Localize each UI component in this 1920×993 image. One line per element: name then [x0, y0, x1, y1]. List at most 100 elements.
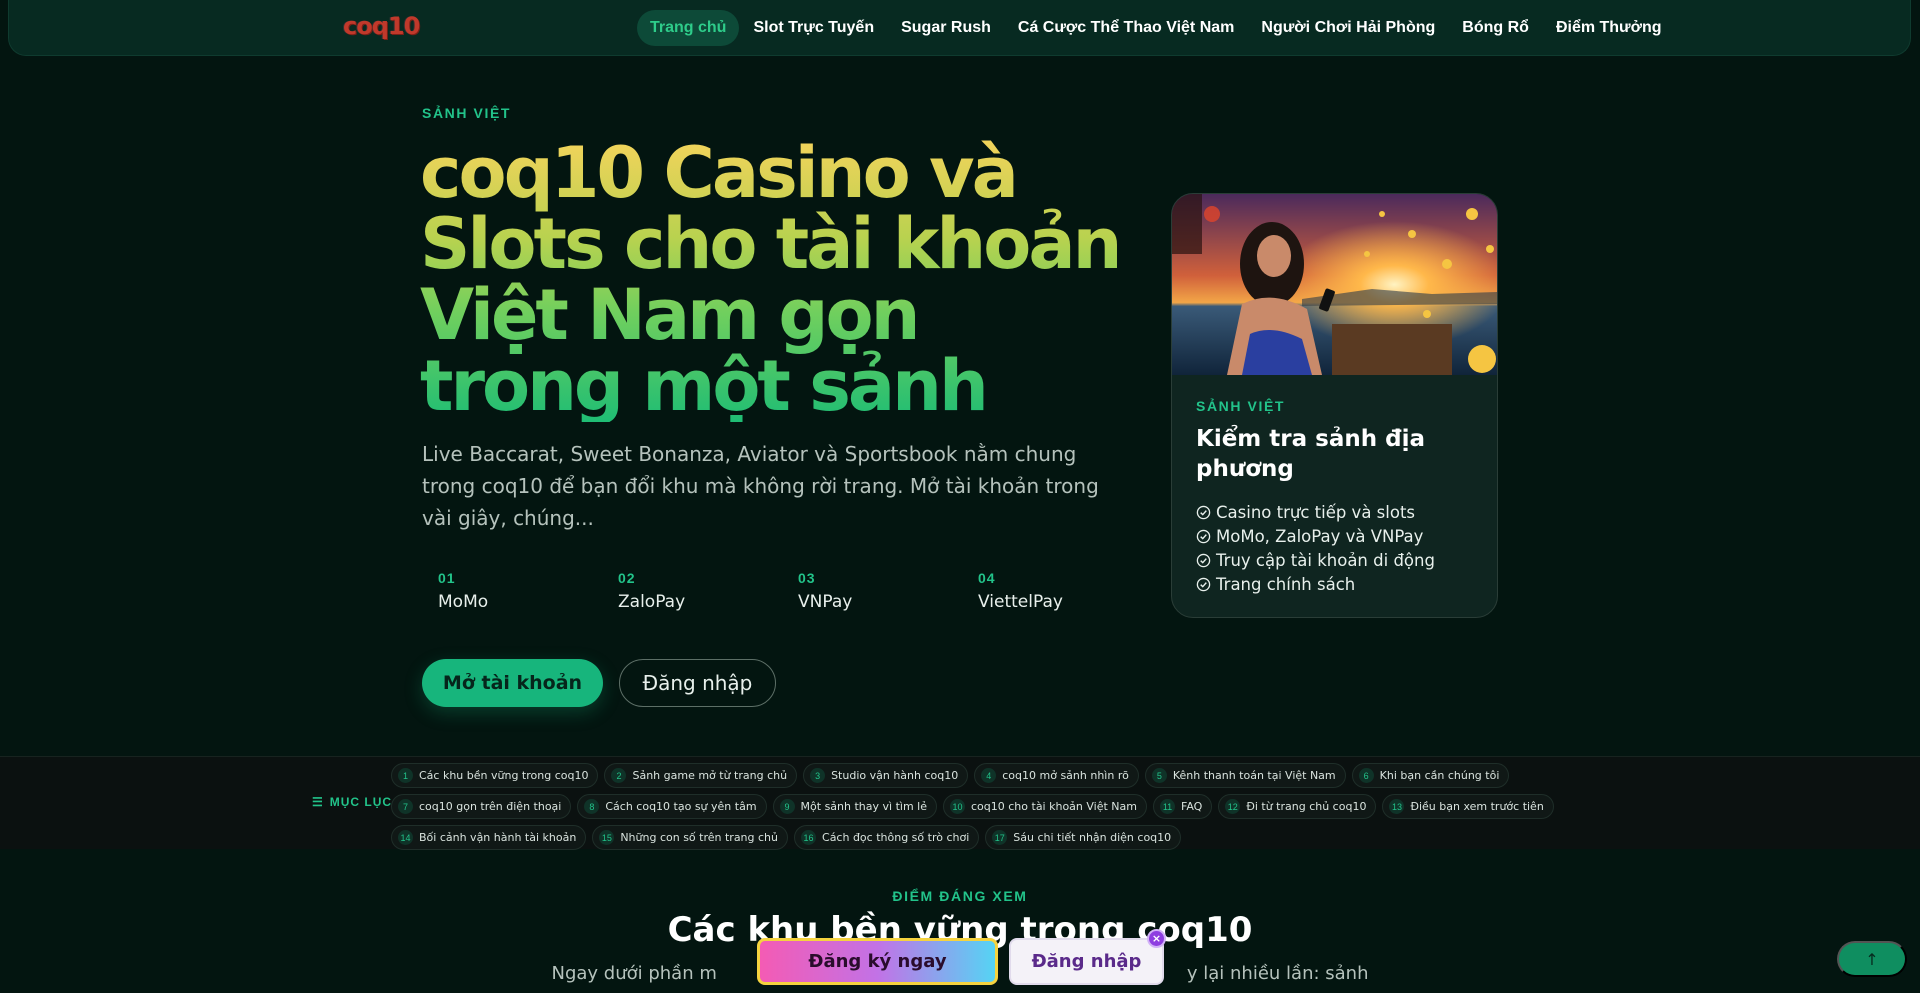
- open-account-button[interactable]: Mở tài khoản: [422, 659, 603, 707]
- toc-number: 5: [1151, 768, 1167, 783]
- hero-eyebrow: SẢNH VIỆT: [422, 105, 512, 121]
- login-button[interactable]: Đăng nhập: [619, 659, 776, 707]
- toc-number: 8: [584, 799, 600, 814]
- toc-number: 10: [950, 799, 965, 814]
- section-subtitle-left: Ngay dưới phần m: [551, 963, 717, 984]
- toc-link[interactable]: 3 Studio vận hành coq10: [803, 763, 969, 788]
- main-nav: Trang chủ Slot Trực Tuyến Sugar Rush Cá …: [637, 8, 1676, 48]
- list-item: MoMo, ZaloPay và VNPay: [1196, 524, 1435, 548]
- toc-number: 11: [1160, 799, 1175, 814]
- list-item-label: Trang chính sách: [1216, 574, 1356, 594]
- toc-number: 4: [981, 768, 997, 783]
- toc-label: ☰ MỤC LỤC: [312, 795, 392, 809]
- close-icon[interactable]: ×: [1147, 929, 1166, 948]
- toc-link[interactable]: 17 Sáu chi tiết nhận diện coq10: [985, 825, 1182, 850]
- check-circle-icon: [1196, 577, 1211, 591]
- toc-text: Cách coq10 tạo sự yên tâm: [605, 800, 757, 813]
- list-item-label: MoMo, ZaloPay và VNPay: [1216, 526, 1424, 546]
- list-icon: ☰: [312, 795, 324, 809]
- toc-text: Sảnh game mở từ trang chủ: [632, 769, 788, 782]
- toc-number: 17: [992, 830, 1008, 845]
- toc-link[interactable]: 11 FAQ: [1153, 794, 1213, 819]
- toc-link[interactable]: 4 coq10 mở sảnh nhìn rõ: [974, 763, 1139, 788]
- section-subtitle-right: y lại nhiều lần: sảnh: [1186, 963, 1369, 984]
- sticky-signup-button[interactable]: Đăng ký ngay: [757, 938, 998, 985]
- card-feature-list: Casino trực tiếp và slots MoMo, ZaloPay …: [1196, 500, 1435, 596]
- section-eyebrow: ĐIỂM ĐÁNG XEM: [892, 888, 1028, 904]
- nav-item-sugar-rush[interactable]: Sugar Rush: [888, 10, 1004, 46]
- payment-item: 02 ZaloPay: [602, 570, 782, 612]
- toc-text: coq10 cho tài khoản Việt Nam: [971, 800, 1137, 813]
- list-item-label: Casino trực tiếp và slots: [1216, 502, 1416, 522]
- nav-item-slots[interactable]: Slot Trực Tuyến: [740, 10, 887, 46]
- back-to-top-button[interactable]: ↑: [1837, 941, 1907, 977]
- check-circle-icon: [1196, 553, 1211, 567]
- payment-number: 03: [798, 570, 816, 586]
- hero-subtitle: Live Baccarat, Sweet Bonanza, Aviator và…: [422, 442, 1099, 530]
- sticky-login-button[interactable]: Đăng nhập: [1009, 938, 1164, 985]
- nav-item-home[interactable]: Trang chủ: [637, 10, 740, 46]
- toc-link[interactable]: 8 Cách coq10 tạo sự yên tâm: [577, 794, 767, 819]
- logo-text: coq10: [343, 12, 420, 40]
- toc-text: Đi từ trang chủ coq10: [1246, 800, 1367, 813]
- check-circle-icon: [1196, 529, 1211, 543]
- toc-text: Sáu chi tiết nhận diện coq10: [1013, 831, 1172, 844]
- payment-methods: 01 MoMo 02 ZaloPay 03 VNPay 04 ViettelPa…: [422, 570, 1142, 612]
- toc-number: 14: [398, 830, 413, 845]
- toc-link[interactable]: 9 Một sảnh thay vì tìm lẻ: [772, 794, 937, 819]
- toc-text: Một sảnh thay vì tìm lẻ: [800, 800, 927, 813]
- card-hero-image: [1172, 194, 1497, 375]
- payment-item: 01 MoMo: [422, 570, 602, 612]
- toc-link[interactable]: 12 Đi từ trang chủ coq10: [1218, 794, 1377, 819]
- payment-item: 03 VNPay: [782, 570, 962, 612]
- card-title: Kiểm tra sảnh địa phương: [1196, 426, 1425, 482]
- toc-link[interactable]: 7 coq10 gọn trên điện thoại: [391, 794, 572, 819]
- toc-number: 1: [398, 768, 413, 783]
- site-header: coq10 Trang chủ Slot Trực Tuyến Sugar Ru…: [8, 0, 1911, 56]
- payment-label: MoMo: [438, 592, 489, 612]
- toc-number: 6: [1358, 768, 1374, 783]
- toc-row: 14 Bối cảnh vận hành tài khoản 15 Những co…: [391, 825, 1187, 850]
- toc-text: Bối cảnh vận hành tài khoản: [419, 831, 577, 844]
- toc-text: Kênh thanh toán tại Việt Nam: [1172, 769, 1336, 782]
- toc-row: 1 Các khu bền vững trong coq10 2 Sảnh game…: [391, 763, 1515, 788]
- toc-link[interactable]: 6 Khi bạn cần chúng tôi: [1351, 763, 1510, 788]
- nav-item-sports-betting[interactable]: Cá Cược Thể Thao Việt Nam: [1005, 10, 1248, 46]
- toc-text: coq10 gọn trên điện thoại: [419, 800, 562, 813]
- toc-link[interactable]: 15 Những con số trên trang chủ: [592, 825, 789, 850]
- toc-number: 9: [779, 799, 795, 814]
- toc-link[interactable]: 13 Điều bạn xem trước tiên: [1382, 794, 1554, 819]
- toc-number: 7: [398, 799, 413, 814]
- payment-number: 02: [618, 570, 636, 586]
- toc-link[interactable]: 16 Cách đọc thông số trò chơi: [794, 825, 980, 850]
- list-item: Trang chính sách: [1196, 572, 1435, 596]
- logo[interactable]: coq10: [343, 12, 420, 40]
- nav-item-hai-phong[interactable]: Người Chơi Hải Phòng: [1248, 10, 1448, 46]
- toc-number: 3: [810, 768, 826, 783]
- toc-link[interactable]: 2 Sảnh game mở từ trang chủ: [604, 763, 798, 788]
- toc-text: coq10 mở sảnh nhìn rõ: [1002, 769, 1129, 782]
- payment-label: ViettelPay: [978, 592, 1063, 612]
- toc-text: Điều bạn xem trước tiên: [1410, 800, 1544, 813]
- toc-link[interactable]: 14 Bối cảnh vận hành tài khoản: [391, 825, 587, 850]
- toc-text: FAQ: [1181, 800, 1203, 813]
- card-eyebrow: SẢNH VIỆT: [1196, 398, 1286, 414]
- toc-row: 7 coq10 gọn trên điện thoại 8 Cách coq10 t…: [391, 794, 1560, 819]
- toc-text: Những con số trên trang chủ: [620, 831, 779, 844]
- payment-item: 04 ViettelPay: [962, 570, 1142, 612]
- check-circle-icon: [1196, 505, 1211, 519]
- payment-number: 01: [438, 570, 456, 586]
- toc-link[interactable]: 1 Các khu bền vững trong coq10: [391, 763, 599, 788]
- toc-link[interactable]: 10 coq10 cho tài khoản Việt Nam: [943, 794, 1147, 819]
- payment-number: 04: [978, 570, 996, 586]
- payment-label: ZaloPay: [618, 592, 686, 612]
- toc-link[interactable]: 5 Kênh thanh toán tại Việt Nam: [1144, 763, 1346, 788]
- hero-title: coq10 Casino và Slots cho tài khoản Việt…: [420, 132, 1122, 427]
- toc-text: Các khu bền vững trong coq10: [419, 769, 589, 782]
- nav-item-rewards[interactable]: Điểm Thưởng: [1543, 10, 1675, 46]
- nav-item-basketball[interactable]: Bóng Rổ: [1449, 10, 1542, 46]
- toc-number: 13: [1389, 799, 1405, 814]
- table-of-contents: ☰ MỤC LỤC 1 Các khu bền vững trong coq10 …: [0, 756, 1920, 850]
- toc-text: Khi bạn cần chúng tôi: [1379, 769, 1500, 782]
- list-item-label: Truy cập tài khoản di động: [1216, 550, 1435, 570]
